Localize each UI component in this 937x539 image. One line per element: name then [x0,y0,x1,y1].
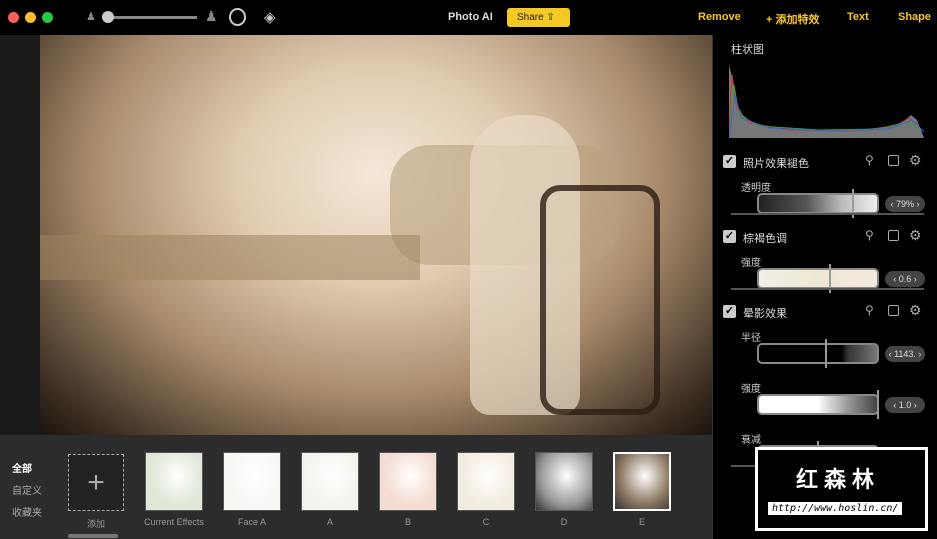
param-label: 衰减 [741,435,761,446]
horizontal-scrollbar[interactable] [68,534,118,538]
effect-checkbox[interactable]: ✓ [723,230,736,243]
value-stepper[interactable]: ‹ 79% › [885,196,925,212]
mask-icon[interactable] [888,305,899,316]
remove-button[interactable]: Remove [698,11,741,23]
mask-icon[interactable] [888,230,899,241]
value-stepper[interactable]: ‹ 1.0 › [885,397,925,413]
section-divider [731,288,924,290]
effect-checkbox[interactable]: ✓ [723,155,736,168]
param-slider[interactable] [757,394,879,415]
add-effect-button[interactable]: + 添加特效 [766,11,819,27]
category-custom[interactable]: 自定义 [12,482,42,497]
param-slider[interactable] [757,193,879,214]
small-person-icon: ♟ [86,11,96,23]
category-all[interactable]: 全部 [12,460,32,475]
effect-name: 晕影效果 [743,308,787,320]
preset-thumbnail[interactable] [535,452,593,511]
photo-bushes [40,235,420,280]
preset-thumbnail[interactable] [379,452,437,511]
param-value: 1143. [894,349,916,359]
param-label: 透明度 [741,183,771,194]
preset-thumbnail[interactable] [613,452,671,511]
watermark-title: 红森林 [796,467,881,492]
gear-icon[interactable]: ⚙ [909,227,922,244]
preset-label: A [326,517,333,527]
add-label: 添加 [86,519,105,529]
zoom-slider-handle[interactable] [102,11,114,23]
param-value: 0.6 [898,274,912,284]
param-label: 强度 [741,258,761,269]
value-stepper[interactable]: ‹ 0.6 › [885,271,925,287]
watermark: 红森林 http://www.hoslin.cn/ [755,447,928,531]
minimize-button[interactable] [25,12,36,23]
preset-label: Current Effects [144,517,204,527]
preset-thumbnail[interactable] [223,452,281,511]
slider-handle[interactable] [825,339,827,368]
pin-icon[interactable]: ⚲ [865,303,874,317]
preset-label: E [638,517,645,527]
histogram [729,65,924,138]
photo-chair [540,185,660,415]
layers-icon[interactable]: ◈ [264,8,276,26]
pin-icon[interactable]: ⚲ [865,228,874,242]
param-value: 79% [895,199,914,209]
gear-icon[interactable]: ⚙ [909,152,922,169]
histogram-title: 柱状图 [731,44,764,56]
text-button[interactable]: Text [847,11,869,23]
param-label: 半径 [741,333,761,344]
preset-label: C [482,517,490,527]
shape-button[interactable]: Shape [898,11,931,23]
app-title: Photo AI [448,11,493,23]
section-divider [731,213,924,215]
add-preset-button[interactable]: + [68,454,124,511]
value-stepper[interactable]: ‹ 1143. › [885,346,925,362]
preset-label: B [404,517,411,527]
close-button[interactable] [8,12,19,23]
effect-name: 棕褐色调 [743,233,787,245]
large-person-icon: ♟ [205,8,218,24]
preset-label: Face A [237,517,266,527]
effect-checkbox[interactable]: ✓ [723,305,736,318]
share-button[interactable]: Share ⇪ [507,8,570,27]
photo-canvas[interactable] [0,35,712,435]
category-favorites[interactable]: 收藏夹 [12,504,42,519]
share-label: Share [517,12,544,23]
param-slider[interactable] [757,268,879,289]
effect-name: 照片效果褪色 [743,158,809,170]
plus-icon: + [87,466,105,499]
lasso-icon[interactable] [229,8,246,26]
preset-label: D [560,517,568,527]
param-label: 强度 [741,384,761,395]
slider-handle[interactable] [877,390,879,419]
title-bar: ♟ ♟ ◈ Photo AI Share ⇪ Remove + 添加特效 Tex… [0,0,937,35]
edited-photo [40,35,712,435]
share-icon: ⇪ [546,12,555,23]
preset-thumbnail[interactable] [457,452,515,511]
param-value: 1.0 [898,400,912,410]
pin-icon[interactable]: ⚲ [865,153,874,167]
preset-thumbnail[interactable] [145,452,203,511]
maximize-button[interactable] [42,12,53,23]
watermark-url: http://www.hoslin.cn/ [768,502,903,515]
zoom-slider[interactable] [104,16,197,19]
preset-thumbnail[interactable] [301,452,359,511]
param-slider[interactable] [757,343,879,364]
gear-icon[interactable]: ⚙ [909,302,922,319]
mask-icon[interactable] [888,155,899,166]
